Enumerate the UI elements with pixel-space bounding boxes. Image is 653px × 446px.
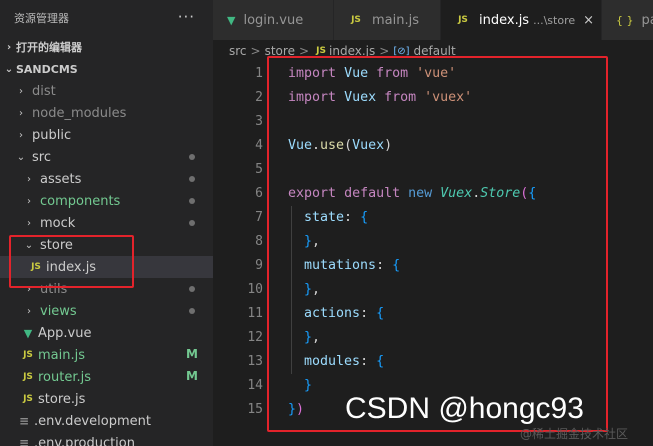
js-file-icon: JS [23, 350, 33, 360]
watermark-sub: @稀土掘金技术社区 [520, 427, 629, 441]
chevron-right-icon: › [27, 217, 31, 229]
tab-index-js[interactable]: JS index.js ...\store × [441, 0, 602, 40]
tab-main-js[interactable]: JS main.js [334, 0, 441, 40]
tree-item-router-js[interactable]: JS router.js M [0, 366, 213, 388]
modified-badge: M [186, 347, 198, 361]
line-number: 9 [255, 258, 263, 273]
line-number: 4 [255, 138, 263, 153]
line-number: 2 [255, 90, 263, 105]
chevron-down-icon: ⌄ [16, 151, 26, 163]
line-number: 1 [255, 66, 263, 81]
line-number-gutter: 1 2 3 4 5 6 7 8 9 10 11 12 13 14 15 [213, 62, 263, 422]
tree-item-env-development[interactable]: ≡ .env.development [0, 410, 213, 432]
line-number: 3 [255, 114, 263, 129]
chevron-right-icon: › [27, 173, 31, 185]
tree-item-assets[interactable]: › assets [0, 168, 213, 190]
tree-item-public[interactable]: › public [0, 124, 213, 146]
store-highlight-annotation [9, 235, 134, 288]
line-number: 15 [247, 402, 263, 417]
tree-item-node-modules[interactable]: › node_modules [0, 102, 213, 124]
json-file-icon: { } [616, 13, 634, 27]
chevron-right-icon: › [6, 41, 12, 53]
project-section[interactable]: ⌄ SANDCMS [0, 58, 213, 80]
line-number: 10 [247, 282, 263, 297]
settings-file-icon: ≡ [18, 414, 30, 428]
modified-dot [189, 198, 195, 204]
js-file-icon: JS [351, 15, 361, 25]
tab-login-vue[interactable]: ▼ login.vue [213, 0, 334, 40]
symbol-icon: [⊘] [393, 45, 410, 57]
js-file-icon: JS [316, 46, 326, 56]
modified-dot [189, 220, 195, 226]
modified-dot [189, 286, 195, 292]
chevron-right-icon: › [27, 195, 31, 207]
js-file-icon: JS [458, 15, 468, 25]
tree-item-main-js[interactable]: JS main.js M [0, 344, 213, 366]
chevron-right-icon: › [19, 129, 23, 141]
js-file-icon: JS [23, 394, 33, 404]
vue-file-icon: ▼ [23, 326, 33, 340]
tree-item-components[interactable]: › components [0, 190, 213, 212]
open-editors-section[interactable]: › 打开的编辑器 [0, 36, 213, 58]
js-file-icon: JS [23, 372, 33, 382]
line-number: 12 [247, 330, 263, 345]
chevron-right-icon: › [19, 85, 23, 97]
line-number: 11 [247, 306, 263, 321]
line-number: 7 [255, 210, 263, 225]
line-number: 5 [255, 162, 263, 177]
line-number: 13 [247, 354, 263, 369]
tab-package-json[interactable]: { } pac [602, 0, 653, 40]
settings-file-icon: ≡ [18, 436, 30, 446]
vue-file-icon: ▼ [227, 13, 236, 27]
explorer-title: 资源管理器 ··· [14, 8, 195, 26]
chevron-right-icon: › [27, 305, 31, 317]
tree-item-mock[interactable]: › mock [0, 212, 213, 234]
chevron-right-icon: › [19, 107, 23, 119]
tree-item-app-vue[interactable]: ▼ App.vue [0, 322, 213, 344]
more-actions-icon[interactable]: ··· [178, 8, 195, 26]
editor-tabs: ▼ login.vue JS main.js JS index.js ...\s… [213, 0, 653, 40]
close-icon[interactable]: × [583, 13, 594, 28]
code-highlight-annotation [267, 56, 608, 432]
modified-badge: M [186, 369, 198, 383]
chevron-down-icon: ⌄ [4, 63, 14, 75]
watermark: CSDN @hongc93 [345, 392, 584, 425]
modified-dot [189, 308, 195, 314]
line-number: 14 [247, 378, 263, 393]
breadcrumb-src[interactable]: src [229, 44, 247, 58]
tree-item-store-js[interactable]: JS store.js [0, 388, 213, 410]
modified-dot [189, 154, 195, 160]
tree-item-views[interactable]: › views [0, 300, 213, 322]
modified-dot [189, 176, 195, 182]
tree-item-env-production[interactable]: ≡ .env.production [0, 432, 213, 446]
explorer-sidebar: 资源管理器 ··· › 打开的编辑器 ⌄ SANDCMS › dist › no… [0, 0, 213, 446]
line-number: 6 [255, 186, 263, 201]
line-number: 8 [255, 234, 263, 249]
tree-item-dist[interactable]: › dist [0, 80, 213, 102]
tree-item-src[interactable]: ⌄ src [0, 146, 213, 168]
